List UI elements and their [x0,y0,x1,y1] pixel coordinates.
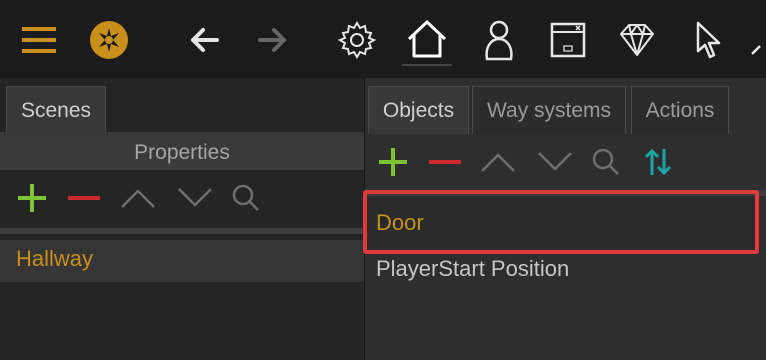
cursor-icon[interactable] [684,14,734,66]
overflow-icon[interactable] [744,14,766,66]
move-up-button[interactable] [117,180,159,216]
tab-label: Actions [645,98,715,122]
tab-way-systems[interactable]: Way systems [472,86,626,134]
main-toolbar [0,0,766,78]
window-icon[interactable] [543,14,593,66]
add-object-button[interactable] [375,144,411,180]
properties-label: Properties [134,141,230,164]
tab-label: Scenes [20,98,92,122]
remove-scene-button[interactable] [64,180,104,216]
move-up-button[interactable] [477,144,519,180]
search-icon[interactable] [228,180,264,216]
add-scene-button[interactable] [14,180,50,216]
tab-label: Objects [382,98,455,122]
diamond-icon[interactable] [612,14,662,66]
scene-item-label: Hallway [16,246,94,271]
user-icon[interactable] [474,14,524,66]
tab-objects[interactable]: Objects [368,86,469,134]
object-item-label: PlayerStart Position [376,256,570,281]
remove-object-button[interactable] [425,144,465,180]
move-down-button[interactable] [534,144,576,180]
move-down-button[interactable] [174,180,216,216]
properties-header[interactable]: Properties [0,136,364,170]
home-icon[interactable] [402,14,452,66]
tab-label: Way systems [486,98,612,122]
list-separator [0,228,364,234]
logo-icon [84,14,134,66]
sort-icon[interactable] [640,144,676,180]
selection-highlight [363,190,759,254]
search-icon[interactable] [588,144,624,180]
tab-actions[interactable]: Actions [631,86,729,134]
forward-arrow-icon[interactable] [247,14,297,66]
back-arrow-icon[interactable] [180,14,230,66]
tab-scenes[interactable]: Scenes [6,86,106,134]
menu-icon[interactable] [14,14,64,66]
gear-icon[interactable] [332,14,382,66]
